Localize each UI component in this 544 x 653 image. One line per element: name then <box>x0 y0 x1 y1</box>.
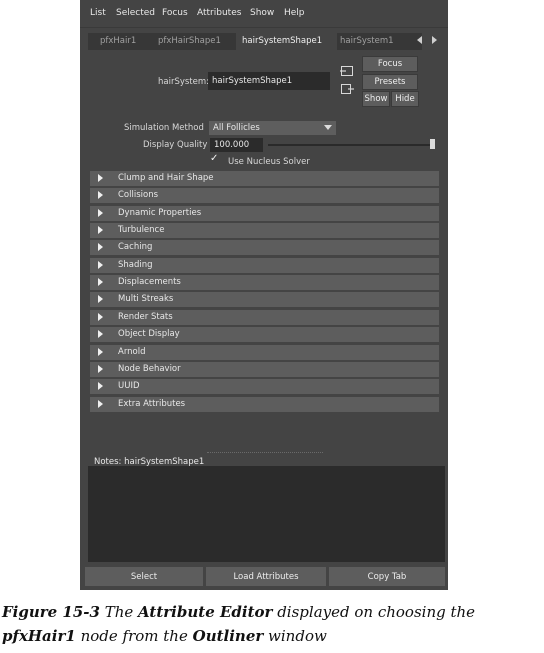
section-label: Dynamic Properties <box>118 208 202 218</box>
hairsystem-name-field[interactable]: hairSystemShape1 <box>208 72 330 90</box>
tab-pfxhair1[interactable]: pfxHair1 <box>100 36 136 46</box>
menu-show[interactable]: Show <box>250 8 274 18</box>
copy-tab-button[interactable]: Copy Tab <box>328 566 446 587</box>
focus-button[interactable]: Focus <box>362 56 418 72</box>
focus-input-icon[interactable] <box>340 65 354 77</box>
presets-button[interactable]: Presets <box>362 74 418 90</box>
focus-output-icon[interactable] <box>340 83 354 95</box>
menu-bar: List Selected Focus Attributes Show Help <box>80 0 448 27</box>
simulation-method-value: All Follicles <box>213 123 260 133</box>
section-node-behavior[interactable]: Node Behavior <box>90 362 439 377</box>
checkmark-icon[interactable]: ✓ <box>210 154 220 164</box>
expand-arrow-icon[interactable] <box>98 348 103 356</box>
figure-caption: Figure 15-3 The Attribute Editor display… <box>2 603 476 645</box>
section-label: Collisions <box>118 190 159 200</box>
expand-arrow-icon[interactable] <box>98 400 103 408</box>
menu-help[interactable]: Help <box>284 8 305 18</box>
section-turbulence[interactable]: Turbulence <box>90 223 439 238</box>
select-button[interactable]: Select <box>84 566 204 587</box>
hairsystem-label: hairSystem: <box>158 77 210 87</box>
menu-list[interactable]: List <box>90 8 106 18</box>
expand-arrow-icon[interactable] <box>98 382 103 390</box>
tab-hairsystemshape1[interactable]: hairSystemShape1 <box>242 36 322 46</box>
section-extra-attributes[interactable]: Extra Attributes <box>90 397 439 412</box>
expand-arrow-icon[interactable] <box>98 226 103 234</box>
simulation-method-dropdown[interactable]: All Follicles <box>209 121 336 135</box>
section-dynamic-properties[interactable]: Dynamic Properties <box>90 206 439 221</box>
section-label: Turbulence <box>118 225 165 235</box>
figure-number: Figure 15-3 <box>2 603 100 621</box>
section-label: Extra Attributes <box>118 399 186 409</box>
section-multi-streaks[interactable]: Multi Streaks <box>90 292 439 307</box>
expand-arrow-icon[interactable] <box>98 278 103 286</box>
tab-hairsystem1[interactable]: hairSystem1 <box>340 36 394 46</box>
section-label: Object Display <box>118 329 180 339</box>
tab-scroll-right-icon[interactable] <box>432 36 437 44</box>
use-nucleus-solver-label: Use Nucleus Solver <box>228 157 310 167</box>
section-displacements[interactable]: Displacements <box>90 275 439 290</box>
section-label: Arnold <box>118 347 146 357</box>
expand-arrow-icon[interactable] <box>98 209 103 217</box>
section-label: Render Stats <box>118 312 173 322</box>
section-object-display[interactable]: Object Display <box>90 327 439 342</box>
expand-arrow-icon[interactable] <box>98 174 103 182</box>
section-label: Shading <box>118 260 153 270</box>
expand-arrow-icon[interactable] <box>98 313 103 321</box>
section-label: Node Behavior <box>118 364 181 374</box>
section-shading[interactable]: Shading <box>90 258 439 273</box>
section-collisions[interactable]: Collisions <box>90 188 439 203</box>
expand-arrow-icon[interactable] <box>98 295 103 303</box>
menu-focus[interactable]: Focus <box>162 8 188 18</box>
section-label: Caching <box>118 242 153 252</box>
node-tabs: pfxHair1 pfxHairShape1 hairSystemShape1 … <box>88 31 422 50</box>
display-quality-slider[interactable] <box>268 144 434 146</box>
bottom-button-bar: Select Load Attributes Copy Tab <box>84 566 446 587</box>
section-uuid[interactable]: UUID <box>90 379 439 394</box>
tab-scroll-left-icon[interactable] <box>417 36 422 44</box>
section-caching[interactable]: Caching <box>90 240 439 255</box>
expand-arrow-icon[interactable] <box>98 261 103 269</box>
section-label: Multi Streaks <box>118 294 174 304</box>
display-quality-label: Display Quality <box>143 140 208 150</box>
menu-separator <box>80 27 448 28</box>
hide-button[interactable]: Hide <box>391 91 419 107</box>
menu-attributes[interactable]: Attributes <box>197 8 241 18</box>
expand-arrow-icon[interactable] <box>98 330 103 338</box>
attribute-editor-window: List Selected Focus Attributes Show Help… <box>80 0 448 590</box>
load-attributes-button[interactable]: Load Attributes <box>205 566 327 587</box>
menu-selected[interactable]: Selected <box>116 8 155 18</box>
section-clump-and-hair-shape[interactable]: Clump and Hair Shape <box>90 171 439 186</box>
section-label: UUID <box>118 381 140 391</box>
expand-arrow-icon[interactable] <box>98 365 103 373</box>
section-arnold[interactable]: Arnold <box>90 345 439 360</box>
pane-splitter[interactable] <box>207 452 323 453</box>
notes-textarea[interactable] <box>88 466 445 562</box>
display-quality-slider-handle[interactable] <box>430 139 435 149</box>
expand-arrow-icon[interactable] <box>98 191 103 199</box>
section-label: Clump and Hair Shape <box>118 173 214 183</box>
section-label: Displacements <box>118 277 181 287</box>
section-render-stats[interactable]: Render Stats <box>90 310 439 325</box>
chevron-down-icon <box>324 125 332 130</box>
show-button[interactable]: Show <box>362 91 390 107</box>
tab-pfxhairshape1[interactable]: pfxHairShape1 <box>158 36 221 46</box>
simulation-method-label: Simulation Method <box>124 123 204 133</box>
expand-arrow-icon[interactable] <box>98 243 103 251</box>
display-quality-field[interactable]: 100.000 <box>210 138 263 152</box>
